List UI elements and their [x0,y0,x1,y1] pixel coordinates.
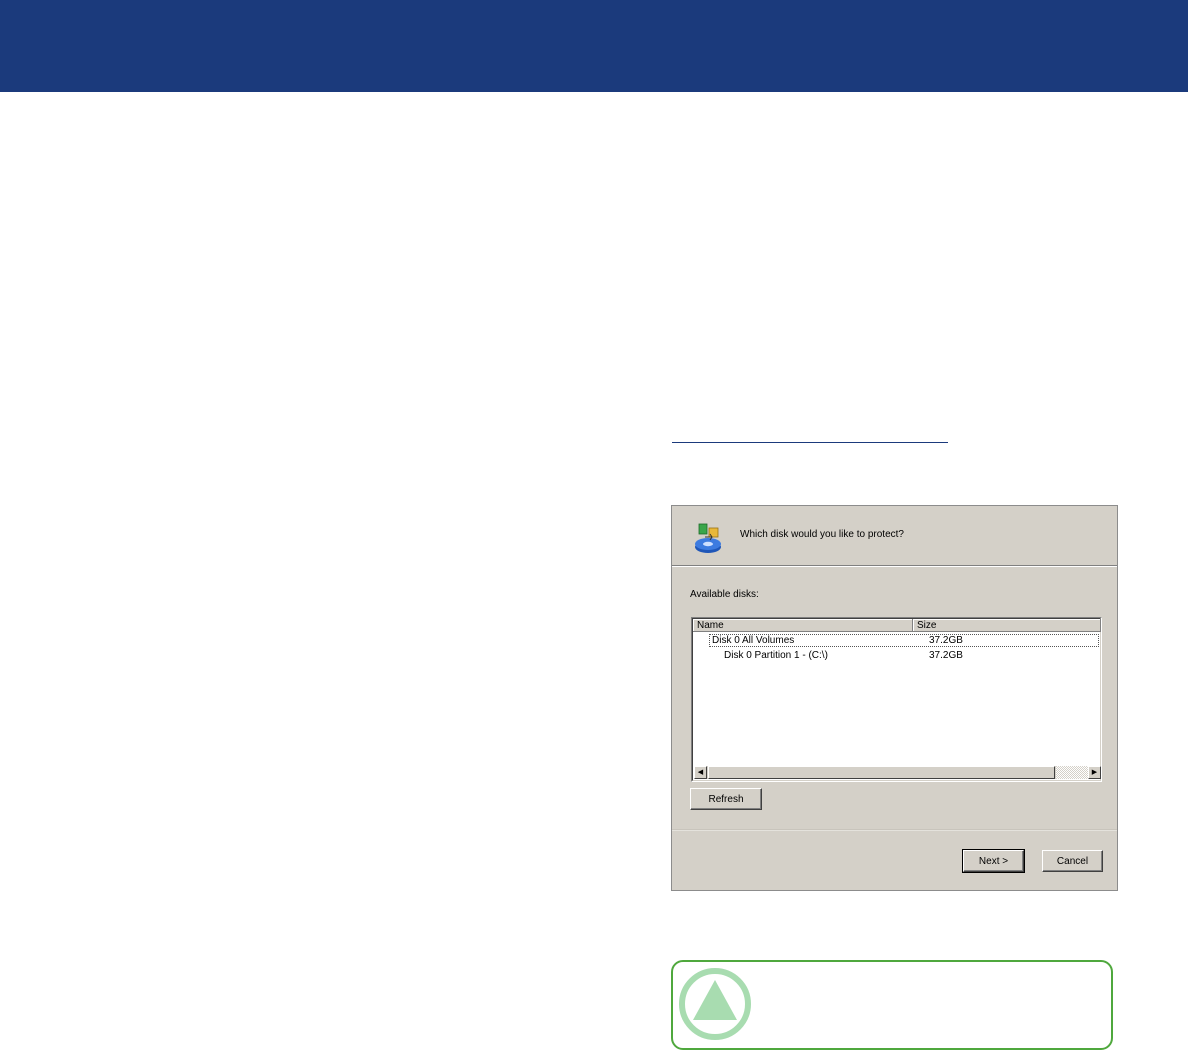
header-band [0,0,1188,92]
refresh-button[interactable]: Refresh [690,788,762,810]
dialog-header: Which disk would you like to protect? [672,506,1117,567]
dialog-question: Which disk would you like to protect? [740,529,904,540]
section-rule [672,442,948,443]
disk-list[interactable]: Name Size Disk 0 All Volumes 37.2GB Disk… [691,617,1102,782]
disk-row-all-volumes[interactable]: Disk 0 All Volumes 37.2GB [693,634,1100,648]
next-button[interactable]: Next > [962,849,1025,873]
disk-selection-dialog: Which disk would you like to protect? Av… [671,505,1118,891]
disk-name: Disk 0 Partition 1 - (C:\) [724,650,828,661]
disk-protect-icon [695,523,721,553]
disk-name: Disk 0 All Volumes [712,635,795,646]
available-disks-label: Available disks: [690,589,759,600]
disk-row-partition-1[interactable]: Disk 0 Partition 1 - (C:\) 37.2GB [693,649,1100,663]
scroll-thumb[interactable] [708,766,1055,779]
caution-triangle-icon [679,968,751,1040]
caution-note [671,960,1113,1050]
cancel-button[interactable]: Cancel [1042,850,1103,872]
header-separator [672,565,1117,567]
column-header-size[interactable]: Size [913,619,1101,632]
disk-size: 37.2GB [929,635,963,646]
scroll-track[interactable] [1056,766,1088,779]
scroll-left-arrow-icon[interactable]: ◀ [694,766,707,779]
footer-separator [672,829,1117,831]
horizontal-scrollbar[interactable]: ◀ ▶ [694,766,1101,779]
disk-size: 37.2GB [929,650,963,661]
scroll-right-arrow-icon[interactable]: ▶ [1088,766,1101,779]
column-header-name[interactable]: Name [693,619,913,632]
list-header: Name Size [693,619,1101,633]
